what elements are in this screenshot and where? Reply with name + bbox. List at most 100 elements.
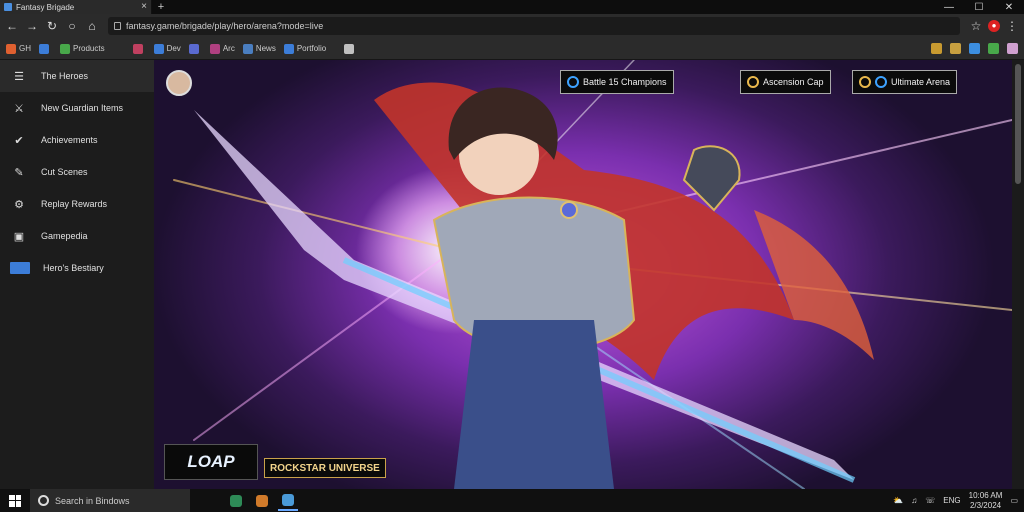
- sidebar: ☰ The Heroes ⚔ New Guardian Items ✔ Achi…: [0, 60, 154, 489]
- bookmark-icon: [242, 43, 253, 54]
- extension-icon[interactable]: [1007, 43, 1018, 54]
- lock-icon: [114, 22, 121, 30]
- gem: [560, 201, 578, 219]
- arena-icon: [875, 76, 887, 88]
- coin-icon: [747, 76, 759, 88]
- bookmark-item[interactable]: Portfolio: [283, 43, 327, 54]
- window-controls: — ☐ ✕: [934, 2, 1024, 13]
- bookmark-icon: [39, 43, 49, 54]
- taskbar-app[interactable]: [226, 491, 246, 511]
- bookmark-item[interactable]: News: [242, 43, 276, 54]
- star-icon[interactable]: ☆: [968, 18, 984, 34]
- battle-icon: [567, 76, 579, 88]
- reload-icon[interactable]: ↻: [44, 18, 60, 34]
- bookmark-item[interactable]: [132, 43, 146, 54]
- search-icon: [38, 495, 49, 506]
- ascension-cap[interactable]: Ascension Cap: [740, 70, 831, 94]
- sidebar-item-replay-rewards[interactable]: ⚙ Replay Rewards: [0, 188, 154, 220]
- bookmark-item[interactable]: Dev: [153, 43, 181, 54]
- player-avatar[interactable]: [166, 70, 192, 96]
- extension-icon[interactable]: [931, 43, 942, 54]
- sound-icon[interactable]: ♫: [911, 496, 917, 505]
- browser-tab[interactable]: Fantasy Brigade ×: [0, 0, 152, 14]
- game-viewport[interactable]: Battle 15 Champions Ascension Cap Ultima…: [154, 60, 1012, 489]
- highlight-icon: [10, 262, 30, 274]
- stop-icon[interactable]: ○: [64, 18, 80, 34]
- sidebar-item-bestiary[interactable]: Hero's Bestiary: [0, 252, 154, 284]
- book-icon: ▣: [13, 230, 25, 243]
- notification-icon[interactable]: ▭: [1010, 496, 1018, 505]
- close-window-button[interactable]: ✕: [994, 2, 1024, 13]
- extension-icon[interactable]: [969, 43, 980, 54]
- home-icon[interactable]: ⌂: [84, 18, 100, 34]
- sidebar-item-cut-scenes[interactable]: ✎ Cut Scenes: [0, 156, 154, 188]
- new-tab-button[interactable]: +: [152, 1, 170, 13]
- sidebar-item-label: Achievements: [41, 135, 98, 145]
- extension-icon[interactable]: [988, 43, 999, 54]
- browser-toolbar: ← → ↻ ○ ⌂ fantasy.game/brigade/play/hero…: [0, 14, 1024, 38]
- clock[interactable]: 10:06 AM 2/3/2024: [969, 491, 1003, 511]
- app-icon: [256, 494, 268, 507]
- logo-text: LOAP: [187, 452, 235, 471]
- extension-icons: [931, 43, 1018, 54]
- hero-artwork: [173, 60, 1012, 489]
- taskbar-apps: [226, 491, 298, 511]
- bookmark-item[interactable]: [39, 43, 52, 54]
- taskbar-app[interactable]: [252, 491, 272, 511]
- bookmark-label: Arc: [222, 44, 235, 53]
- bookmark-label: Dev: [166, 44, 181, 53]
- tab-favicon-icon: [4, 3, 12, 11]
- taskbar-app[interactable]: [278, 491, 298, 511]
- sidebar-item-guardian-items[interactable]: ⚔ New Guardian Items: [0, 92, 154, 124]
- ultimate-arena[interactable]: Ultimate Arena: [852, 70, 958, 94]
- address-bar[interactable]: fantasy.game/brigade/play/hero/arena?mod…: [108, 17, 960, 35]
- forward-icon[interactable]: →: [24, 18, 40, 34]
- sidebar-item-label: Gamepedia: [41, 231, 88, 241]
- bookmark-label: Products: [73, 44, 105, 53]
- bookmark-item[interactable]: GH: [6, 43, 31, 54]
- bookmark-icon: [6, 43, 16, 54]
- taskbar-search[interactable]: Search in Bindows: [30, 489, 190, 512]
- extension-icon[interactable]: ●: [988, 20, 1000, 32]
- tab-close-icon[interactable]: ×: [141, 2, 147, 12]
- extension-icon[interactable]: [950, 43, 961, 54]
- app-icon: [282, 493, 294, 506]
- taskbar-search-placeholder: Search in Bindows: [55, 495, 130, 506]
- tab-title: Fantasy Brigade: [16, 2, 75, 12]
- bookmark-item[interactable]: Arc: [209, 43, 235, 54]
- weather-icon[interactable]: ⛅: [893, 496, 903, 505]
- game-tagline: ROCKSTAR UNIVERSE: [264, 458, 386, 478]
- battle-counter[interactable]: Battle 15 Champions: [560, 70, 674, 94]
- bookmark-icon: [132, 43, 143, 54]
- menu-dots-icon[interactable]: ⋮: [1004, 18, 1020, 34]
- sidebar-item-label: The Heroes: [41, 71, 89, 81]
- app-icon: [230, 494, 242, 507]
- game-logo: LOAP: [164, 444, 258, 480]
- check-icon: ✔: [14, 134, 24, 147]
- sidebar-item-achievements[interactable]: ✔ Achievements: [0, 124, 154, 156]
- bookmark-icon: [283, 43, 294, 54]
- network-icon[interactable]: ☏: [925, 496, 935, 505]
- sidebar-item-gamepedia[interactable]: ▣ Gamepedia: [0, 220, 154, 252]
- bookmark-item[interactable]: [188, 43, 202, 54]
- scrollbar-thumb[interactable]: [1015, 64, 1021, 184]
- system-tray: ⛅ ♫ ☏ ENG 10:06 AM 2/3/2024 ▭: [893, 491, 1024, 511]
- back-icon[interactable]: ←: [4, 18, 20, 34]
- start-button[interactable]: [0, 494, 30, 507]
- bookmark-icon: [60, 43, 70, 54]
- bookmark-label: GH: [19, 44, 31, 53]
- bookmark-icon: [344, 43, 355, 54]
- sidebar-item-heroes[interactable]: ☰ The Heroes: [0, 60, 154, 92]
- page-scrollbar[interactable]: [1012, 60, 1024, 489]
- pen-icon: ✎: [14, 166, 24, 179]
- sidebar-item-label: Cut Scenes: [41, 167, 88, 177]
- language-indicator[interactable]: ENG: [943, 496, 960, 505]
- tagline-text: ROCKSTAR UNIVERSE: [270, 462, 380, 474]
- bookmark-item[interactable]: [344, 43, 357, 54]
- bookmark-label: Portfolio: [296, 44, 327, 53]
- maximize-button[interactable]: ☐: [964, 2, 994, 13]
- bookmark-item[interactable]: Products: [60, 43, 105, 54]
- bookmarks-bar: GH Products Dev Arc News Portfolio: [0, 38, 1024, 60]
- minimize-button[interactable]: —: [934, 2, 964, 13]
- menu-icon: ☰: [14, 70, 24, 83]
